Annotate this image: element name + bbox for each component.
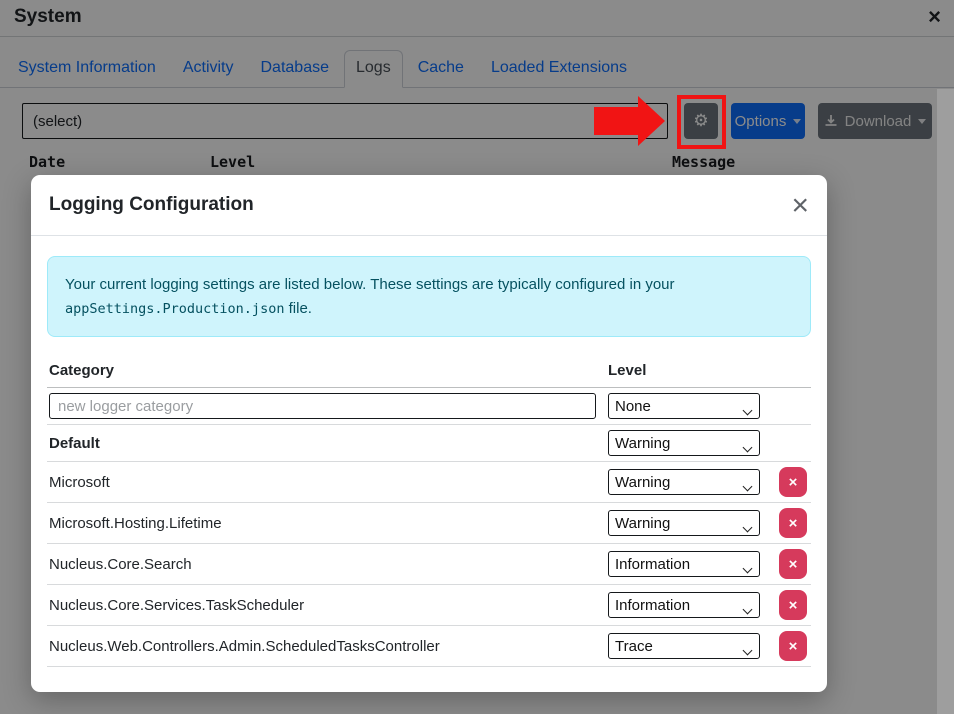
info-alert-code: appSettings.Production.json <box>65 301 284 317</box>
category-label: Nucleus.Core.Search <box>47 544 606 585</box>
dialog-close-icon[interactable]: × <box>791 192 809 219</box>
category-label: Nucleus.Core.Services.TaskScheduler <box>47 585 606 626</box>
logging-categories-table: Category Level None <box>47 353 811 667</box>
level-select[interactable]: Warning <box>608 510 760 536</box>
table-row: Microsoft.Hosting.Lifetime Warning × <box>47 503 811 544</box>
delete-x-icon: × <box>789 474 798 491</box>
info-alert-text: Your current logging settings are listed… <box>65 276 675 293</box>
category-label: Default <box>47 425 606 462</box>
table-row: Microsoft Warning × <box>47 462 811 503</box>
new-category-input[interactable] <box>49 393 596 419</box>
dialog-title: Logging Configuration <box>49 194 254 216</box>
level-select[interactable]: Information <box>608 551 760 577</box>
table-header-row: Category Level <box>47 353 811 388</box>
column-header-category: Category <box>47 353 606 388</box>
remove-category-button[interactable]: × <box>779 590 807 620</box>
new-category-row: None <box>47 388 811 425</box>
annotation-arrow-shaft <box>594 107 639 135</box>
table-row: Nucleus.Core.Search Information × <box>47 544 811 585</box>
delete-x-icon: × <box>789 556 798 573</box>
new-category-level-select[interactable]: None <box>608 393 760 419</box>
remove-category-button[interactable]: × <box>779 631 807 661</box>
level-select[interactable]: Warning <box>608 469 760 495</box>
delete-x-icon: × <box>789 597 798 614</box>
column-header-level: Level <box>606 353 777 388</box>
level-select[interactable]: Information <box>608 592 760 618</box>
remove-category-button[interactable]: × <box>779 508 807 538</box>
remove-category-button[interactable]: × <box>779 467 807 497</box>
annotation-highlight-box <box>677 95 726 149</box>
level-select[interactable]: Warning <box>608 430 760 456</box>
delete-x-icon: × <box>789 638 798 655</box>
category-label: Microsoft.Hosting.Lifetime <box>47 503 606 544</box>
info-alert-text-after: file. <box>284 300 312 317</box>
table-row: Nucleus.Core.Services.TaskScheduler Info… <box>47 585 811 626</box>
scrollbar[interactable] <box>937 89 954 714</box>
dialog-body: Your current logging settings are listed… <box>31 236 827 667</box>
level-select[interactable]: Trace <box>608 633 760 659</box>
delete-x-icon: × <box>789 515 798 532</box>
page: System × System Information Activity Dat… <box>0 0 954 714</box>
category-label: Nucleus.Web.Controllers.Admin.ScheduledT… <box>47 626 606 667</box>
dialog-header: Logging Configuration × <box>31 175 827 236</box>
logging-configuration-dialog: Logging Configuration × Your current log… <box>31 175 827 692</box>
remove-category-button[interactable]: × <box>779 549 807 579</box>
table-row: Default Warning <box>47 425 811 462</box>
category-label: Microsoft <box>47 462 606 503</box>
annotation-arrow-head <box>638 96 665 146</box>
info-alert: Your current logging settings are listed… <box>47 256 811 337</box>
table-row: Nucleus.Web.Controllers.Admin.ScheduledT… <box>47 626 811 667</box>
